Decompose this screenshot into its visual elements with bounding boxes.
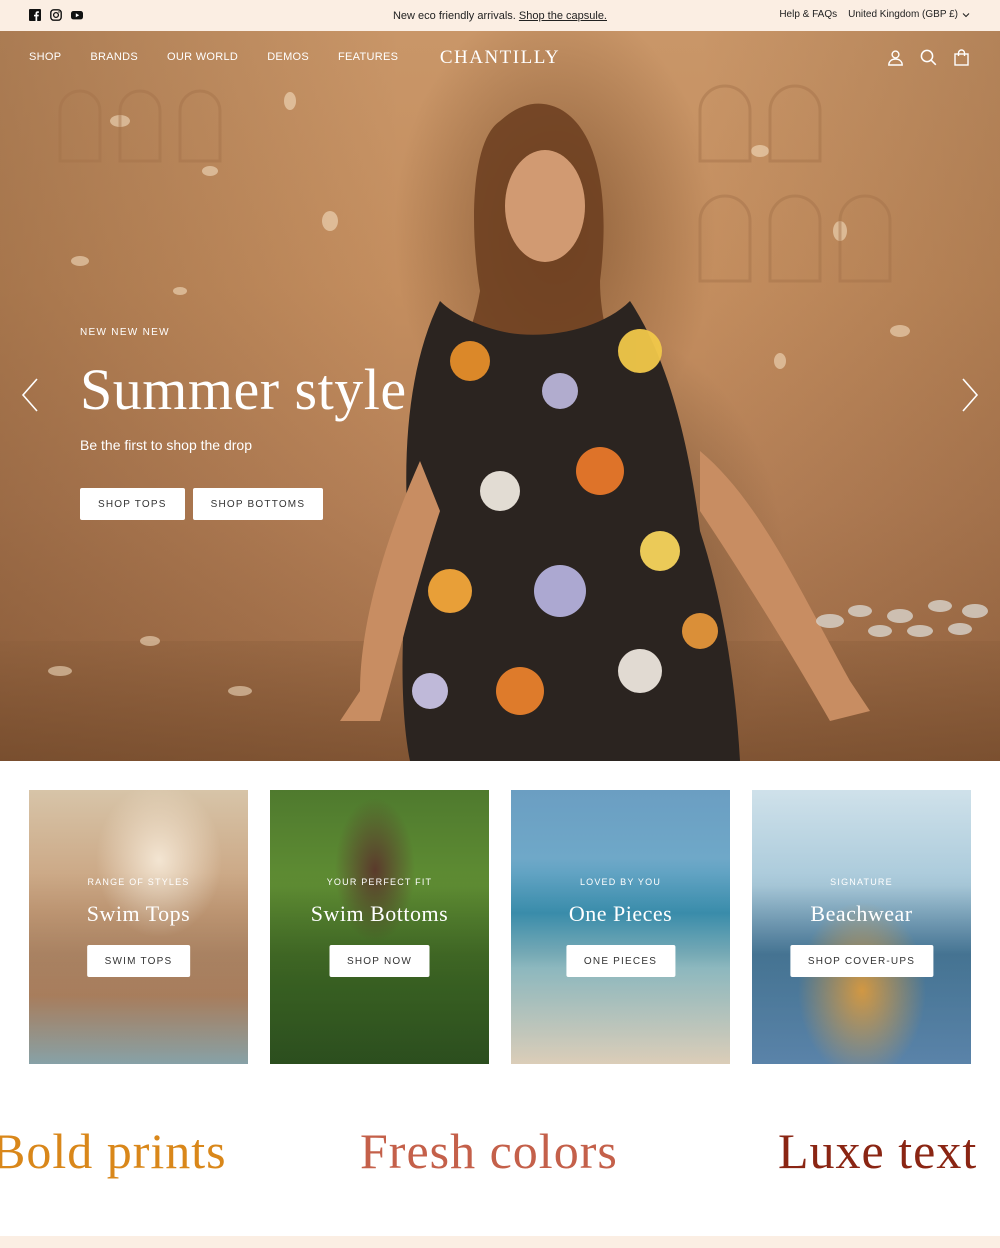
hero-content: NEW NEW NEW Summer style Be the first to… (80, 327, 407, 453)
card-title: Swim Bottoms (310, 901, 449, 926)
card-overlay (270, 790, 489, 1064)
card-eyebrow: SIGNATURE (830, 877, 893, 887)
search-icon[interactable] (920, 49, 937, 66)
currency-selector[interactable]: United Kingdom (GBP £) (848, 9, 970, 20)
shop-tops-button[interactable]: SHOP TOPS (80, 488, 185, 520)
shop-now-button[interactable]: SHOP NOW (329, 945, 430, 977)
header-actions (887, 49, 970, 66)
card-swim-bottoms[interactable]: YOUR PERFECT FIT Swim Bottoms SHOP NOW (270, 790, 489, 1064)
shop-cover-ups-button[interactable]: SHOP COVER-UPS (789, 945, 934, 977)
card-swim-tops[interactable]: RANGE OF STYLES Swim Tops SWIM TOPS (29, 790, 248, 1064)
marquee-item-bold-prints: Bold prints (0, 1123, 227, 1179)
card-overlay (29, 790, 248, 1064)
card-eyebrow: YOUR PERFECT FIT (326, 877, 433, 887)
text-marquee: Bold prints Fresh colors Luxe text (0, 1122, 1000, 1192)
chevron-down-icon (962, 12, 970, 17)
collection-cards: RANGE OF STYLES Swim Tops SWIM TOPS YOUR… (29, 790, 971, 1064)
currency-label: United Kingdom (GBP £) (848, 9, 958, 20)
marquee-item-fresh-colors: Fresh colors (360, 1123, 618, 1179)
card-eyebrow: LOVED BY YOU (579, 877, 662, 887)
card-beachwear[interactable]: SIGNATURE Beachwear SHOP COVER-UPS (752, 790, 971, 1064)
slide-prev-arrow-icon[interactable] (20, 377, 40, 413)
card-overlay (511, 790, 730, 1064)
site-logo[interactable]: CHANTILLY (0, 47, 1000, 69)
help-faqs-link[interactable]: Help & FAQs (779, 9, 837, 20)
account-icon[interactable] (887, 49, 904, 66)
swim-tops-button[interactable]: SWIM TOPS (86, 945, 191, 977)
shop-capsule-link[interactable]: Shop the capsule. (519, 10, 607, 22)
hero-headline: Summer style (80, 357, 407, 422)
shop-bottoms-button[interactable]: SHOP BOTTOMS (192, 488, 324, 520)
slide-next-arrow-icon[interactable] (960, 377, 980, 413)
hero-slideshow: SHOP BRANDS OUR WORLD DEMOS FEATURES CHA… (0, 31, 1000, 761)
next-section-band (0, 1236, 1000, 1248)
card-one-pieces[interactable]: LOVED BY YOU One Pieces ONE PIECES (511, 790, 730, 1064)
announcement-bar: New eco friendly arrivals. Shop the caps… (0, 0, 1000, 31)
utility-links: Help & FAQs United Kingdom (GBP £) (779, 9, 970, 20)
card-title: Beachwear (810, 901, 913, 926)
hero-buttons: SHOP TOPS SHOP BOTTOMS (80, 488, 324, 520)
hero-eyebrow: NEW NEW NEW (80, 327, 170, 338)
card-overlay (752, 790, 971, 1064)
marquee-item-luxe-text: Luxe text (778, 1123, 978, 1179)
announcement-text: New eco friendly arrivals. (392, 9, 516, 22)
card-title: One Pieces (568, 901, 673, 926)
hero-subline: Be the first to shop the drop (80, 437, 252, 453)
card-title: Swim Tops (86, 901, 191, 926)
card-eyebrow: RANGE OF STYLES (87, 877, 190, 887)
one-pieces-button[interactable]: ONE PIECES (565, 945, 676, 977)
cart-icon[interactable] (953, 49, 970, 66)
